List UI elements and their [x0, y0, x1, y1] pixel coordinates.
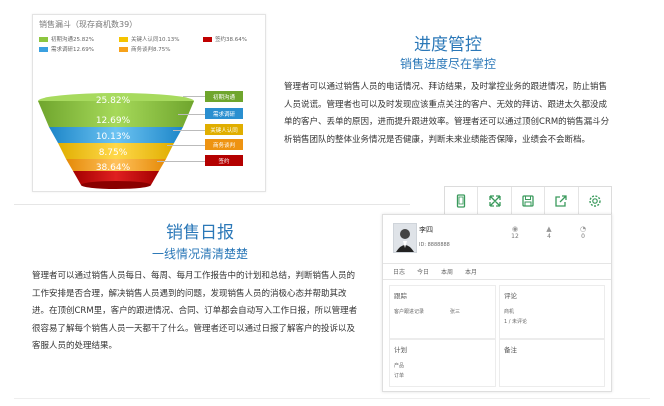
comment-panel: 评论 商机 1 / 未评论 [499, 285, 605, 339]
stat-3: ◔ 0 [579, 225, 587, 240]
settings-button[interactable] [579, 187, 611, 215]
stage-tag: 商务谈判 [205, 139, 243, 150]
save-button[interactable] [512, 187, 546, 215]
stage-tag: 需求调研 [205, 108, 243, 119]
stage-value: 25.82% [95, 96, 131, 106]
section-divider [14, 204, 410, 205]
stat-2: ▲ 4 [546, 225, 552, 240]
sales-funnel-chart: 销售漏斗（现存商机数39） 初期沟通25.82% 关键人认同10.13% 签约3… [32, 14, 266, 192]
expand-icon [488, 195, 501, 207]
share-icon [555, 195, 568, 207]
tab-week[interactable]: 本周 [441, 267, 453, 276]
employee-name: 李四 [419, 226, 433, 234]
settings-icon [589, 195, 601, 207]
share-button[interactable] [545, 187, 579, 215]
bottom-divider [14, 398, 650, 399]
note-panel: 备注 [499, 339, 605, 387]
phone-icon [457, 194, 466, 208]
tab-month[interactable]: 本月 [465, 267, 477, 276]
tracking-panel: 跟踪 客户跟进记录 张三 [389, 285, 496, 339]
funnel-bottom [81, 181, 151, 189]
stage-tag: 初期沟通 [205, 91, 243, 102]
toolbar [444, 186, 612, 216]
stage-value: 12.69% [95, 116, 131, 126]
expand-button[interactable] [478, 187, 512, 215]
daily-description: 管理者可以通过销售人员每日、每周、每月工作报告中的计划和总结，判断销售人员的工作… [32, 271, 358, 351]
stage-value: 8.75% [98, 148, 128, 158]
stat-1: ◉ 12 [511, 225, 519, 240]
save-icon [522, 195, 534, 207]
progress-subtitle: 销售进度尽在掌控 [399, 57, 496, 71]
stage-value: 38.64% [95, 163, 131, 173]
employee-code: ID: 8888888 [419, 242, 450, 248]
plan-panel: 计划 产品 订单 [389, 339, 496, 387]
daily-report-preview: 李四 ID: 8888888 ◉ 12 ▲ 4 ◔ 0 日志 今日 本周 本月 跟踪 … [382, 214, 612, 392]
phone-button[interactable] [445, 187, 479, 215]
tab-today[interactable]: 今日 [417, 267, 429, 276]
stage-tag: 签约 [205, 155, 243, 166]
avatar [393, 223, 417, 253]
stage-tag: 关键人认同 [205, 124, 243, 135]
person-icon [396, 229, 414, 252]
daily-title: 销售日报 [166, 223, 234, 243]
progress-title: 进度管控 [414, 35, 482, 55]
stage-value: 10.13% [95, 132, 131, 142]
progress-description: 管理者可以通过销售人员的电话情况、拜访结果，及时掌控业务的跟进情况，防止销售人员… [284, 82, 610, 145]
tab-log[interactable]: 日志 [393, 267, 405, 276]
daily-subtitle: 一线情况清清楚楚 [151, 247, 248, 261]
